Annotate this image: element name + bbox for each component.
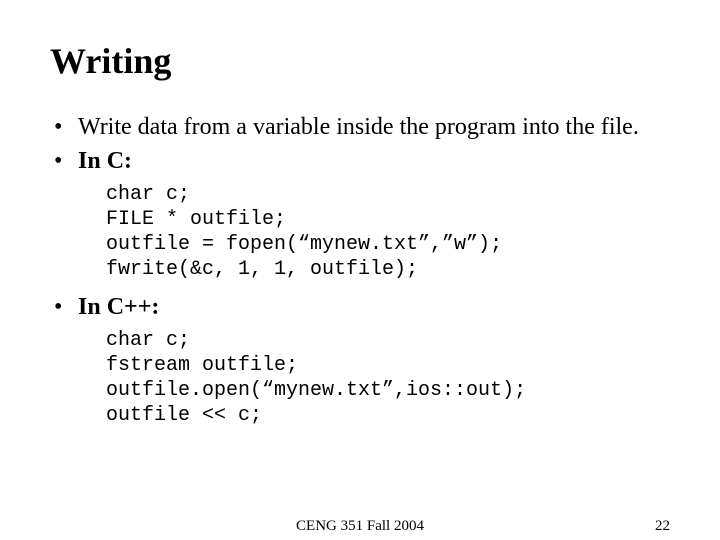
bullet-dot: • xyxy=(50,112,78,142)
bullet-dot: • xyxy=(50,146,78,176)
bullet-text: In C: xyxy=(78,146,670,176)
bullet-text: Write data from a variable inside the pr… xyxy=(78,112,670,142)
bullet-list: • Write data from a variable inside the … xyxy=(50,112,670,176)
bullet-item: • In C: xyxy=(50,146,670,176)
slide-title: Writing xyxy=(50,40,670,82)
bullet-list: • In C++: xyxy=(50,292,670,322)
bullet-dot: • xyxy=(50,292,78,322)
bullet-item: • In C++: xyxy=(50,292,670,322)
code-block-cpp: char c; fstream outfile; outfile.open(“m… xyxy=(106,328,670,428)
footer-page-number: 22 xyxy=(655,518,670,535)
bullet-item: • Write data from a variable inside the … xyxy=(50,112,670,142)
code-block-c: char c; FILE * outfile; outfile = fopen(… xyxy=(106,182,670,282)
footer-course: CENG 351 Fall 2004 xyxy=(296,518,424,535)
bullet-text: In C++: xyxy=(78,292,670,322)
